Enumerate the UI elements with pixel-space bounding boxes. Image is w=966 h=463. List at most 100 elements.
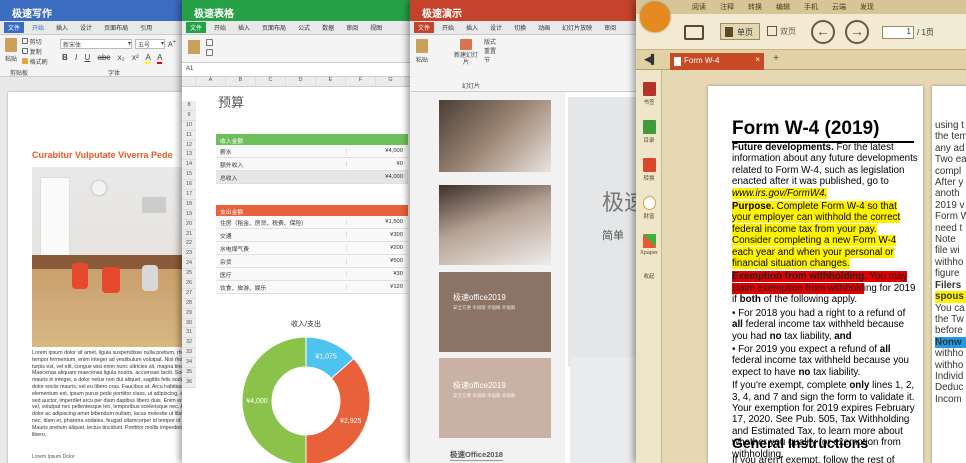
pdf-right-column[interactable]: using t the tem any ad Two ea compl After y an… [932, 86, 966, 463]
column-header[interactable]: C [256, 77, 286, 86]
slide-thumbnail[interactable]: 极速office2019 安全方便 幸福眼 幸福眼 幸福眼 [439, 272, 551, 352]
slides-menu-animation[interactable]: 动画 [538, 23, 550, 32]
collapse-arrow-icon[interactable]: ◀▌ [644, 54, 657, 65]
slides-menu-file[interactable]: 文件 [414, 22, 435, 33]
paste-icon[interactable] [188, 40, 200, 54]
folder-icon[interactable] [684, 25, 704, 40]
irs-link[interactable]: www.irs.gov/FormW4. [732, 187, 828, 199]
row-header[interactable]: 32 [182, 338, 196, 349]
sidebar-collapse[interactable]: 收起 [638, 272, 660, 280]
row-header[interactable]: 34 [182, 358, 196, 369]
underline-button[interactable]: U [84, 53, 90, 62]
writer-menu-design[interactable]: 设计 [80, 23, 92, 32]
copy-icon[interactable] [206, 49, 213, 56]
row-header[interactable]: 21 [182, 230, 196, 240]
slide-thumbnail[interactable] [439, 185, 551, 265]
writer-menu-file[interactable]: 文件 [4, 22, 25, 33]
sidebar-bookmark[interactable]: 书签 [638, 82, 660, 106]
page-number-input[interactable]: 1 [882, 26, 914, 39]
table-row[interactable]: 交通 ¥300 [216, 229, 408, 242]
row-header[interactable]: 20 [182, 220, 196, 230]
bold-button[interactable]: B [62, 53, 68, 62]
donut-slice[interactable] [305, 357, 371, 463]
sheet-menu-review[interactable]: 审阅 [346, 23, 358, 32]
strike-button[interactable]: abc [98, 53, 111, 62]
grow-font-icon[interactable]: A+ [168, 39, 176, 48]
italic-button[interactable]: I [75, 53, 77, 62]
highlight-icon[interactable]: A [145, 53, 151, 64]
paste-button[interactable]: 粘贴 [4, 38, 18, 63]
reset-button[interactable]: 重置 [484, 48, 496, 57]
row-header[interactable]: 24 [182, 259, 196, 270]
new-slide-button[interactable]: 新建幻灯片 [454, 39, 478, 67]
app-logo-icon[interactable] [640, 2, 670, 32]
sidebar-xpaper[interactable]: Xpaper [638, 234, 660, 256]
slides-menu-slideshow[interactable]: 幻灯片放映 [562, 23, 592, 32]
row-header[interactable]: 25 [182, 269, 196, 280]
row-header[interactable]: 16 [182, 180, 196, 191]
row-header[interactable]: 36 [182, 378, 196, 388]
row-header[interactable]: 23 [182, 249, 196, 260]
table-row[interactable]: 杂货 ¥500 [216, 255, 408, 268]
sheet-menu-layout[interactable]: 页面布局 [262, 23, 286, 32]
row-header[interactable]: 14 [182, 160, 196, 171]
reader-tab-convert[interactable]: 转换 [748, 2, 762, 12]
row-header[interactable]: 31 [182, 328, 196, 339]
next-page-button[interactable]: → [845, 20, 869, 44]
reader-tab-edit[interactable]: 编辑 [776, 2, 790, 12]
cell-reference[interactable]: A1 [186, 66, 193, 72]
reader-tab-mobile[interactable]: 手机 [804, 2, 818, 12]
reader-tab-read[interactable]: 阅读 [692, 2, 706, 12]
slides-menu-home[interactable]: 开始 [442, 23, 454, 32]
slides-menu-review[interactable]: 审阅 [604, 23, 616, 32]
column-header[interactable]: A [196, 77, 226, 86]
reader-tab-cloud[interactable]: 云端 [832, 2, 846, 12]
row-header[interactable]: 13 [182, 150, 196, 161]
table-row[interactable]: 水电煤气费 ¥200 [216, 242, 408, 255]
sidebar-convert[interactable]: 转换 [638, 158, 660, 182]
sheet-menu-home[interactable]: 开始 [214, 23, 226, 32]
row-header[interactable]: 9 [182, 111, 196, 121]
formula-bar[interactable]: A1 [182, 63, 422, 77]
row-header[interactable]: 10 [182, 121, 196, 131]
sidebar-toc[interactable]: 目录 [638, 120, 660, 144]
superscript-button[interactable]: x² [132, 53, 139, 62]
slide-thumbnail[interactable] [439, 100, 551, 172]
slide-thumbnail[interactable]: 极速office2019 安全方便 幸福眼 幸福眼 幸福眼 [439, 358, 551, 438]
row-header[interactable]: 15 [182, 170, 196, 181]
column-header[interactable]: F [346, 77, 376, 86]
row-header[interactable]: 30 [182, 319, 196, 329]
table-row[interactable]: 医疗 ¥30 [216, 268, 408, 281]
column-header[interactable]: B [226, 77, 256, 86]
row-header[interactable]: 12 [182, 141, 196, 151]
subscript-button[interactable]: x₂ [118, 53, 125, 62]
sheet-menu-data[interactable]: 数据 [322, 23, 334, 32]
row-header[interactable]: 27 [182, 289, 196, 299]
writer-menu-home[interactable]: 开始 [32, 23, 44, 32]
column-header[interactable]: G [376, 77, 406, 86]
row-header[interactable]: 22 [182, 239, 196, 250]
font-color-icon[interactable]: A [157, 53, 163, 64]
slides-menu-design[interactable]: 设计 [490, 23, 502, 32]
cut-button[interactable]: 剪切 [22, 38, 48, 48]
sheet-grid[interactable]: 预算 收入金额 薪水 ¥4,000 额外收入 ¥0 总收入 ¥4,000 支出金额 住… [196, 95, 422, 463]
row-header[interactable]: 29 [182, 309, 196, 319]
row-header[interactable]: 18 [182, 200, 196, 210]
section-button[interactable]: 节 [484, 57, 496, 66]
new-tab-button[interactable]: + [768, 53, 784, 68]
reader-tab-annotate[interactable]: 注释 [720, 2, 734, 12]
slides-menu-insert[interactable]: 插入 [466, 23, 478, 32]
table-row[interactable]: 额外收入 ¥0 [216, 158, 408, 171]
reader-tab-discover[interactable]: 发现 [860, 2, 874, 12]
font-name-select[interactable]: 新宋体 ▾ [60, 39, 132, 49]
writer-menu-layout[interactable]: 页面布局 [104, 23, 128, 32]
table-row[interactable]: 饮食、旅游、娱乐 ¥120 [216, 281, 408, 294]
writer-menu-insert[interactable]: 插入 [56, 23, 68, 32]
sheet-menu-view[interactable]: 视图 [370, 23, 382, 32]
copy-button[interactable]: 复制 [22, 48, 48, 58]
previous-page-button[interactable]: ← [811, 20, 835, 44]
document-tab[interactable]: Form W-4 × [670, 53, 764, 70]
table-row[interactable]: 薪水 ¥4,000 [216, 145, 408, 158]
sidebar-wealth[interactable]: 财富 [638, 196, 660, 220]
writer-document-page[interactable]: Curabitur Vulputate Viverra Pede Lorem i… [8, 92, 197, 463]
